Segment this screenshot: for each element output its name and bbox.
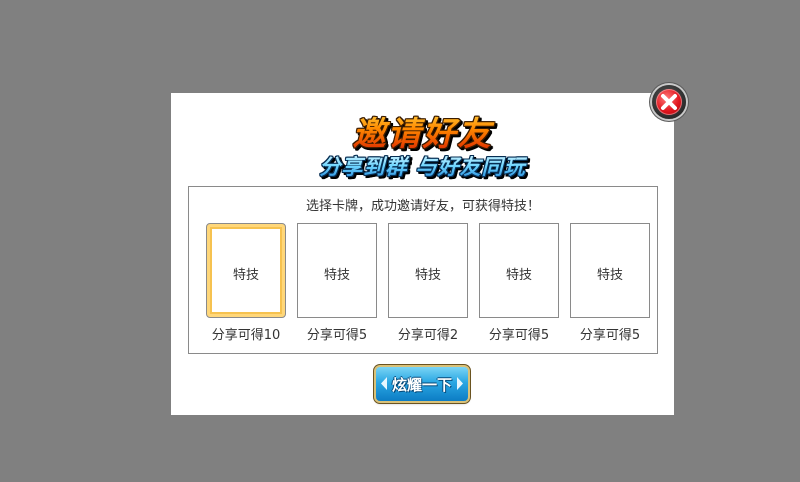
card-label: 特技: [596, 268, 623, 283]
invite-dialog: 邀请好友 分享到群 与好友同玩 选择卡牌，成功邀请好友，可获得特技！ 特技 分享…: [171, 93, 674, 415]
dialog-subtitle: 分享到群 与好友同玩: [171, 151, 674, 181]
card-5-reward: 分享可得5: [579, 328, 641, 343]
card-3-reward: 分享可得2: [397, 328, 459, 343]
card-1[interactable]: 特技: [206, 223, 286, 318]
card-5[interactable]: 特技: [570, 223, 650, 318]
card-4-reward: 分享可得5: [488, 328, 550, 343]
instruction-text: 选择卡牌，成功邀请好友，可获得特技！: [305, 199, 540, 214]
card-2-reward: 分享可得5: [306, 328, 368, 343]
arrow-right-icon: [457, 377, 463, 390]
card-panel: 选择卡牌，成功邀请好友，可获得特技！ 特技 分享可得10 特技 分享可得5 特技…: [188, 186, 658, 354]
close-icon: [661, 94, 677, 110]
show-off-button[interactable]: 炫耀一下: [376, 367, 468, 401]
dialog-title: 邀请好友: [171, 107, 674, 155]
card-2[interactable]: 特技: [297, 223, 377, 318]
close-button[interactable]: [652, 85, 686, 119]
card-label: 特技: [505, 268, 532, 283]
card-label: 特技: [323, 268, 350, 283]
card-label: 特技: [414, 268, 441, 283]
card-3[interactable]: 特技: [388, 223, 468, 318]
card-1-reward: 分享可得10: [211, 328, 281, 343]
card-4[interactable]: 特技: [479, 223, 559, 318]
show-off-button-label: 炫耀一下: [391, 376, 452, 394]
card-label: 特技: [232, 268, 259, 283]
